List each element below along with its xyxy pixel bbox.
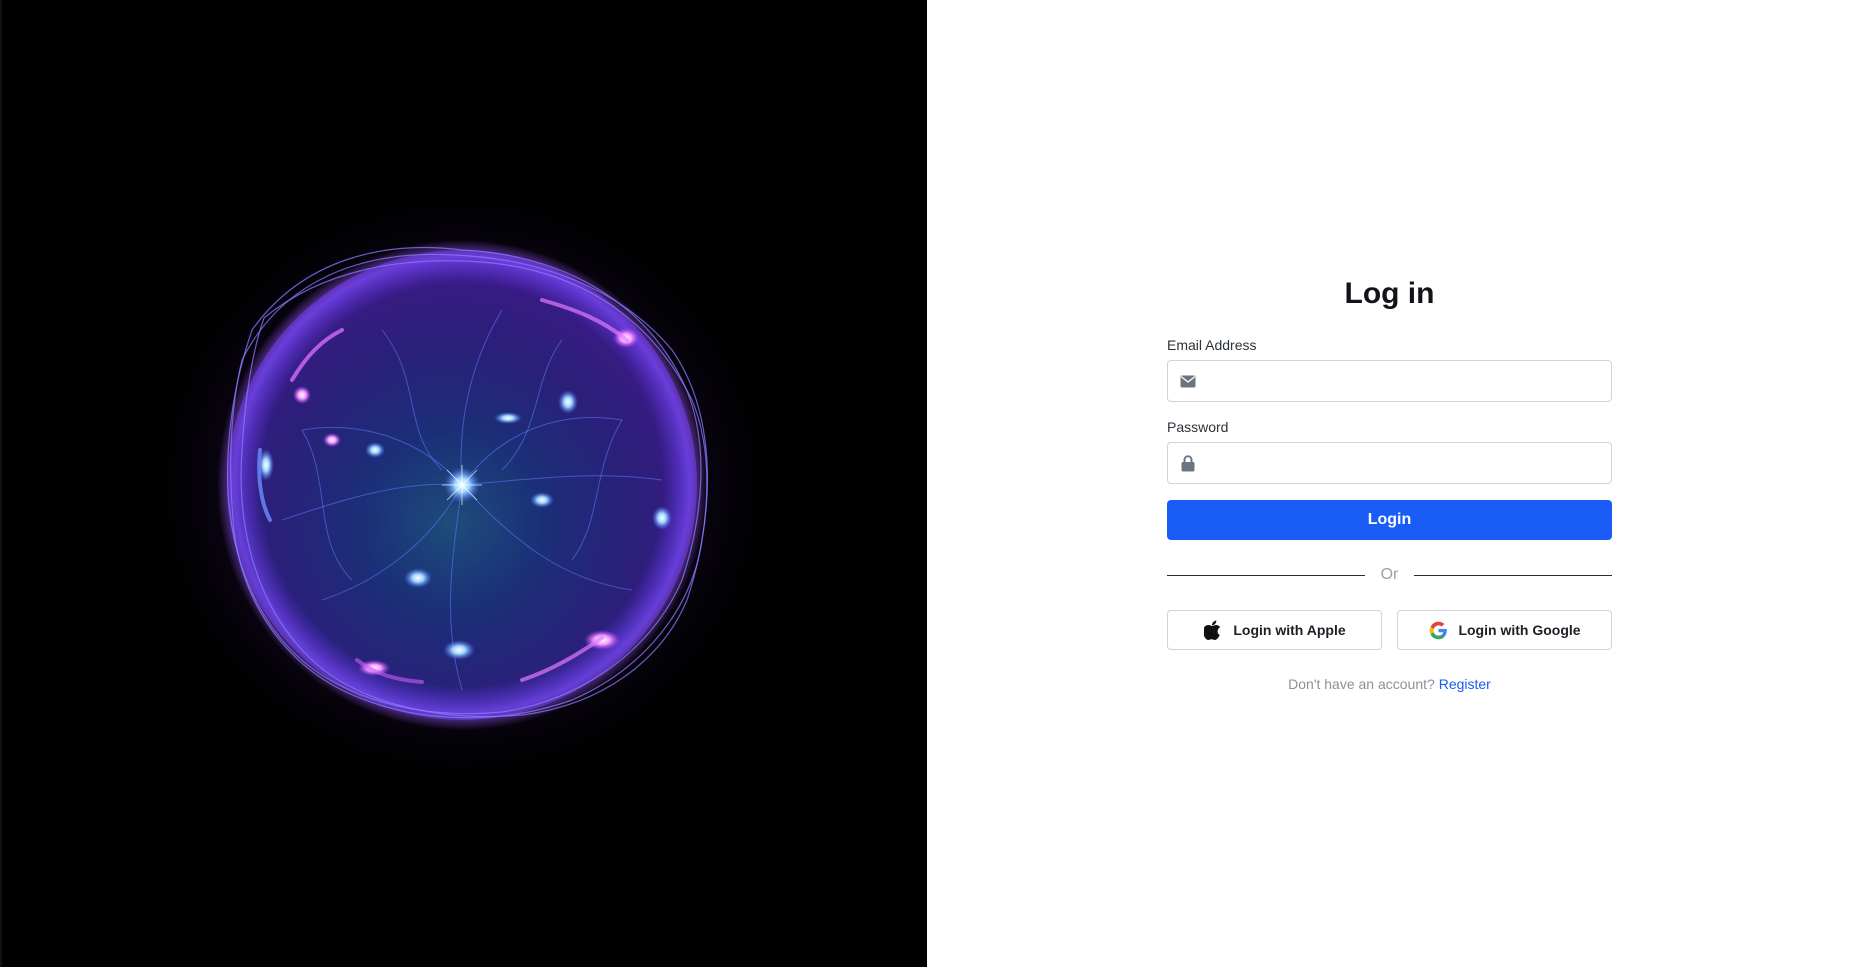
google-login-button[interactable]: Login with Google	[1397, 610, 1612, 650]
or-divider: Or	[1167, 565, 1612, 585]
password-field[interactable]	[1167, 442, 1612, 484]
login-form: Log in Email Address Password Login Or L…	[1167, 270, 1612, 692]
divider-line-left	[1167, 574, 1365, 576]
password-label: Password	[1167, 419, 1229, 435]
register-prompt-line: Don't have an account? Register	[1167, 676, 1612, 692]
google-logo-icon	[1428, 620, 1448, 640]
apple-logo-icon	[1203, 620, 1223, 640]
envelope-icon	[1179, 372, 1197, 390]
divider-line-right	[1414, 574, 1612, 576]
apple-login-label: Login with Apple	[1233, 622, 1346, 638]
login-page: Log in Email Address Password Login Or L…	[0, 0, 1852, 967]
orb-core-spark	[442, 465, 482, 505]
register-prompt: Don't have an account?	[1288, 676, 1435, 692]
apple-login-button[interactable]: Login with Apple	[1167, 610, 1382, 650]
login-form-panel: Log in Email Address Password Login Or L…	[927, 0, 1852, 967]
register-link[interactable]: Register	[1439, 676, 1491, 692]
password-input[interactable]	[1208, 443, 1603, 483]
lock-icon	[1179, 454, 1197, 472]
email-input[interactable]	[1208, 361, 1603, 401]
plasma-orb-illustration	[142, 180, 782, 792]
email-field[interactable]	[1167, 360, 1612, 402]
login-button[interactable]: Login	[1167, 500, 1612, 540]
divider-text: Or	[1380, 566, 1399, 583]
page-title: Log in	[1344, 277, 1435, 310]
social-login-row: Login with Apple Login with Google	[1167, 610, 1612, 650]
email-label: Email Address	[1167, 337, 1257, 353]
google-login-label: Login with Google	[1458, 622, 1581, 638]
hero-image-panel	[0, 0, 927, 967]
